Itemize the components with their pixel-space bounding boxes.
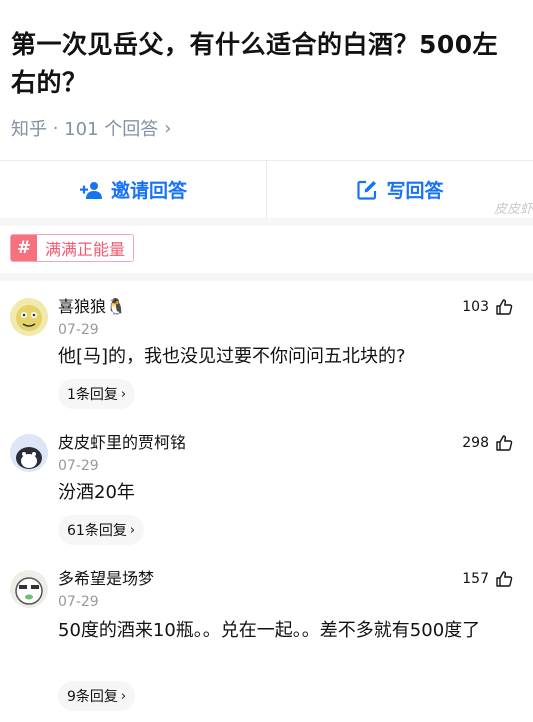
add-person-icon	[79, 181, 102, 199]
topic-tag[interactable]: # 满满正能量	[10, 234, 135, 262]
comment-text: 汾酒20年	[58, 482, 135, 503]
like-count: 157	[462, 571, 489, 587]
question-title: 第一次见岳父，有什么适合的白酒？500左右的？	[11, 30, 499, 97]
chevron-right-icon: ›	[164, 117, 172, 139]
chevron-right-icon: ›	[129, 522, 136, 538]
invite-answer-label: 邀请回答	[110, 180, 187, 202]
like-button[interactable]: 103	[462, 298, 513, 316]
avatar[interactable]	[10, 434, 48, 472]
question-meta[interactable]: 知乎 · 101 个回答 ›	[11, 114, 519, 142]
comment-author[interactable]: 多希望是场梦	[58, 568, 154, 590]
topic-label: 满满正能量	[45, 240, 126, 259]
like-count: 103	[462, 299, 489, 315]
question-header: 第一次见岳父，有什么适合的白酒？500左右的？ 知乎 · 101 个回答 ›	[0, 0, 533, 142]
meta-separator: ·	[47, 117, 65, 139]
avatar-image	[10, 298, 48, 336]
replies-button[interactable]: 1条回复 ›	[58, 379, 136, 409]
chevron-right-icon: ›	[120, 386, 127, 402]
thumbs-up-icon	[496, 571, 513, 587]
comment-author[interactable]: 皮皮虾里的贾柯铭	[58, 432, 186, 454]
avatar-image	[10, 570, 48, 608]
avatar-image	[10, 434, 48, 472]
answer-count: 101 个回答	[64, 119, 159, 140]
source-label: 知乎	[11, 119, 47, 140]
avatar[interactable]	[10, 570, 48, 608]
replies-button[interactable]: 61条回复 ›	[58, 515, 145, 545]
section-divider	[0, 273, 533, 281]
invite-answer-button[interactable]: 邀请回答	[0, 161, 267, 218]
replies-count: 61条回复	[67, 523, 127, 539]
write-answer-label: 写回答	[386, 180, 444, 202]
comment-date: 07-29	[58, 594, 99, 610]
comment-author[interactable]: 喜狼狼🐧	[58, 296, 126, 318]
topic-row: # 满满正能量	[10, 234, 135, 262]
chevron-right-icon: ›	[120, 688, 127, 704]
replies-button[interactable]: 9条回复 ›	[58, 681, 136, 711]
like-button[interactable]: 157	[462, 570, 513, 588]
comment-text: 他[马]的，我也没见过要不你问问五北块的?	[58, 346, 406, 367]
watermark: 皮皮虾	[493, 202, 533, 217]
like-count: 298	[462, 435, 489, 451]
replies-count: 1条回复	[67, 387, 118, 403]
like-button[interactable]: 298	[462, 434, 513, 452]
action-bar: 邀请回答 写回答	[0, 160, 533, 218]
thumbs-up-icon	[496, 435, 513, 451]
comment-date: 07-29	[58, 322, 99, 338]
avatar[interactable]	[10, 298, 48, 336]
section-divider	[0, 218, 533, 226]
edit-icon	[357, 180, 377, 200]
hash-icon: #	[11, 235, 37, 261]
replies-count: 9条回复	[67, 689, 118, 705]
thumbs-up-icon	[496, 299, 513, 315]
comment-text: 50度的酒来10瓶。。兑在一起。。差不多就有500度了	[58, 620, 481, 641]
comment-date: 07-29	[58, 458, 99, 474]
